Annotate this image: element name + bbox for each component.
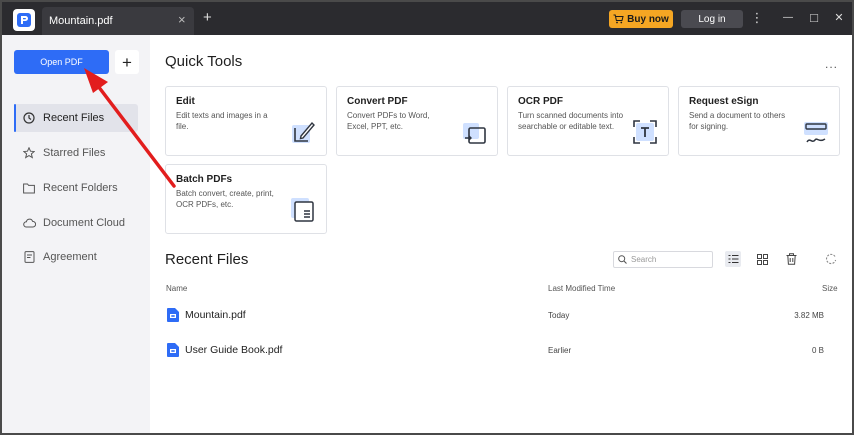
title-bar: Mountain.pdf × + Buy now Log in ⋮ — □ ✕: [2, 2, 852, 35]
main-content: Quick Tools ... Edit Edit texts and imag…: [150, 35, 852, 433]
sidebar-item-starred-files[interactable]: Starred Files: [14, 139, 138, 167]
file-size: 0 B: [811, 346, 824, 355]
sidebar: Open PDF + Recent Files Starred Files Re…: [2, 35, 150, 433]
more-options-icon[interactable]: ...: [825, 57, 838, 71]
delete-icon[interactable]: [783, 251, 799, 267]
tab-close-icon[interactable]: ×: [178, 13, 186, 26]
sidebar-item-label: Recent Folders: [43, 182, 118, 194]
batch-icon: [291, 198, 314, 222]
file-size: 3.82 MB: [794, 311, 824, 320]
cart-icon: [613, 14, 624, 24]
sidebar-item-label: Agreement: [43, 251, 97, 263]
sidebar-item-recent-files[interactable]: Recent Files: [14, 104, 138, 132]
esign-icon: [804, 122, 828, 143]
document-tab[interactable]: Mountain.pdf ×: [42, 7, 194, 35]
clock-icon: [22, 111, 36, 125]
active-indicator: [14, 104, 16, 132]
add-button[interactable]: +: [115, 50, 139, 74]
sidebar-item-document-cloud[interactable]: Document Cloud: [14, 209, 138, 237]
grid-view-icon[interactable]: [754, 251, 770, 267]
tool-card-edit[interactable]: Edit Edit texts and images in a file.: [165, 86, 327, 156]
file-name: User Guide Book.pdf: [185, 344, 283, 356]
tool-card-ocr-pdf[interactable]: OCR PDF Turn scanned documents into sear…: [507, 86, 669, 156]
list-view-icon[interactable]: [725, 251, 741, 267]
log-in-button[interactable]: Log in: [681, 10, 743, 28]
tool-description: Batch convert, create, print, OCR PDFs, …: [176, 189, 274, 209]
app-logo-icon[interactable]: [13, 9, 35, 31]
sidebar-item-agreement[interactable]: Agreement: [14, 243, 138, 271]
maximize-icon[interactable]: □: [806, 10, 822, 26]
tool-title: Convert PDF: [347, 96, 408, 107]
edit-icon: [292, 121, 315, 143]
sidebar-item-label: Starred Files: [43, 147, 106, 159]
tool-card-request-esign[interactable]: Request eSign Send a document to others …: [678, 86, 840, 156]
tool-title: Request eSign: [689, 96, 759, 107]
tool-card-convert-pdf[interactable]: Convert PDF Convert PDFs to Word, Excel,…: [336, 86, 498, 156]
pdf-file-icon: [167, 308, 179, 322]
search-icon: [618, 255, 627, 264]
cloud-icon: [22, 216, 36, 230]
log-in-label: Log in: [698, 13, 726, 25]
column-header-modified[interactable]: Last Modified Time: [548, 284, 615, 293]
app-window: Mountain.pdf × + Buy now Log in ⋮ — □ ✕ …: [0, 0, 854, 435]
quick-tools-title: Quick Tools: [165, 53, 243, 70]
column-header-size[interactable]: Size: [822, 284, 838, 293]
file-row[interactable]: Mountain.pdf Today 3.82 MB: [164, 302, 840, 328]
sidebar-item-label: Recent Files: [43, 112, 105, 124]
tool-description: Convert PDFs to Word, Excel, PPT, etc.: [347, 111, 430, 131]
search-input[interactable]: [631, 253, 709, 266]
star-icon: [22, 146, 36, 160]
tool-title: Edit: [176, 96, 195, 107]
convert-icon: [463, 123, 486, 144]
column-header-name[interactable]: Name: [166, 284, 187, 293]
tool-title: OCR PDF: [518, 96, 563, 107]
tool-title: Batch PDFs: [176, 174, 233, 185]
search-field[interactable]: [613, 251, 713, 268]
sidebar-item-label: Document Cloud: [43, 217, 125, 229]
buy-now-button[interactable]: Buy now: [609, 10, 673, 28]
plus-icon: +: [122, 52, 132, 72]
new-tab-icon[interactable]: +: [203, 10, 212, 25]
open-pdf-button[interactable]: Open PDF: [14, 50, 109, 74]
tool-description: Turn scanned documents into searchable o…: [518, 111, 624, 131]
agreement-icon: [22, 250, 36, 264]
refresh-icon[interactable]: [823, 251, 839, 267]
tab-title: Mountain.pdf: [49, 15, 113, 27]
ocr-icon: [633, 120, 657, 144]
pdf-file-icon: [167, 343, 179, 357]
file-modified-time: Earlier: [548, 346, 572, 355]
minimize-icon[interactable]: —: [780, 10, 796, 26]
buy-now-label: Buy now: [627, 13, 669, 25]
open-pdf-label: Open PDF: [40, 57, 83, 67]
recent-files-title: Recent Files: [165, 251, 249, 268]
file-row[interactable]: User Guide Book.pdf Earlier 0 B: [164, 337, 840, 363]
more-menu-icon[interactable]: ⋮: [749, 10, 765, 26]
close-window-icon[interactable]: ✕: [831, 10, 847, 26]
file-modified-time: Today: [548, 311, 570, 320]
sidebar-item-recent-folders[interactable]: Recent Folders: [14, 174, 138, 202]
tool-card-batch-pdfs[interactable]: Batch PDFs Batch convert, create, print,…: [165, 164, 327, 234]
folder-icon: [22, 181, 36, 195]
file-name: Mountain.pdf: [185, 309, 246, 321]
tool-description: Edit texts and images in a file.: [176, 111, 268, 131]
tool-description: Send a document to others for signing.: [689, 111, 786, 131]
